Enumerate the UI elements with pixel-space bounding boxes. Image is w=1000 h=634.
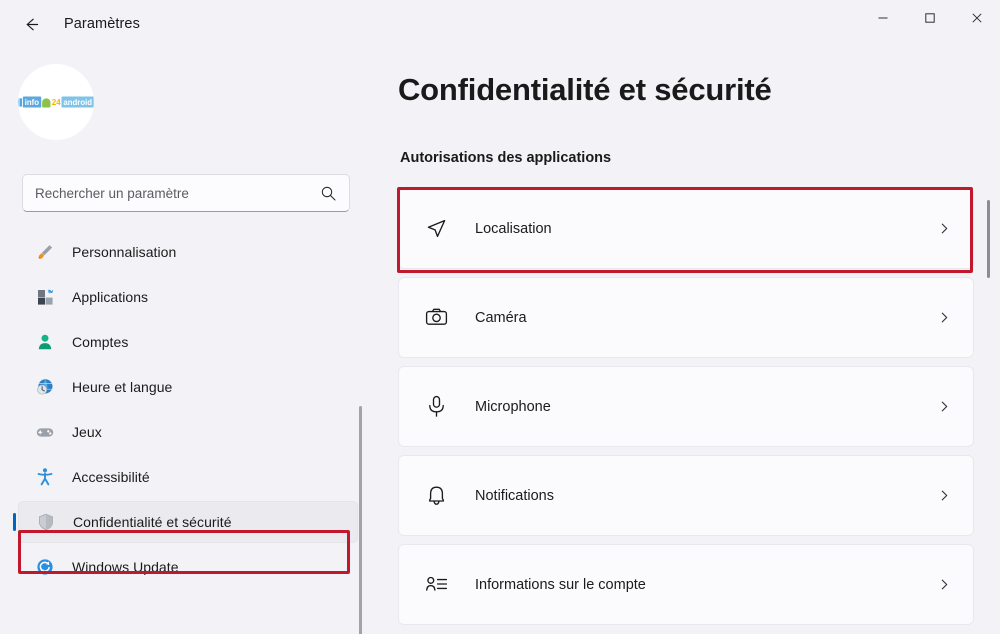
content-scrollbar[interactable]	[987, 200, 990, 278]
avatar-logo: info 24 android	[18, 96, 94, 108]
permission-row-microphone[interactable]: Microphone	[398, 366, 974, 447]
minimize-button[interactable]	[859, 2, 906, 34]
permission-row-notifications[interactable]: Notifications	[398, 455, 974, 536]
gamepad-icon	[34, 421, 56, 443]
minimize-icon	[878, 17, 887, 19]
chevron-right-icon	[935, 220, 953, 238]
logo-android-text: android	[61, 96, 94, 108]
permission-label: Microphone	[475, 398, 551, 415]
sidebar-item-comptes[interactable]: Comptes	[18, 321, 358, 363]
chevron-right-icon	[935, 576, 953, 594]
permission-row-camera[interactable]: Caméra	[398, 277, 974, 358]
sidebar-item-label: Jeux	[72, 424, 102, 440]
location-arrow-icon	[423, 216, 449, 242]
sidebar-item-label: Comptes	[72, 334, 129, 350]
permission-row-informations-sur-le-compte[interactable]: Informations sur le compte	[398, 544, 974, 625]
permissions-list: Localisation Caméra Microphone Notificat…	[398, 188, 974, 633]
main-content: Confidentialité et sécurité Autorisation…	[372, 48, 1000, 634]
close-button[interactable]	[953, 2, 1000, 34]
sidebar-nav-list: Personnalisation Applications Comptes He…	[0, 228, 372, 634]
permission-label: Notifications	[475, 487, 554, 504]
shield-icon	[35, 511, 57, 533]
close-icon	[971, 13, 982, 23]
sidebar-item-label: Heure et langue	[72, 379, 173, 395]
logo-24-text: 24	[52, 97, 62, 107]
account-info-icon	[423, 572, 449, 598]
chevron-right-icon	[935, 398, 953, 416]
sidebar-item-applications[interactable]: Applications	[18, 276, 358, 318]
maximize-button[interactable]	[906, 2, 953, 34]
section-heading: Autorisations des applications	[400, 150, 612, 166]
sidebar-item-personnalisation[interactable]: Personnalisation	[18, 231, 358, 273]
sidebar-item-jeux[interactable]: Jeux	[18, 411, 358, 453]
search-input[interactable]	[35, 185, 320, 201]
android-droid-icon	[42, 98, 51, 108]
sidebar-item-label: Windows Update	[72, 559, 179, 575]
sidebar-item-confidentialite-et-securite[interactable]: Confidentialité et sécurité	[13, 501, 358, 543]
avatar-circle: info 24 android	[18, 64, 94, 140]
window-controls	[859, 0, 1000, 48]
maximize-icon	[924, 13, 935, 23]
bell-icon	[423, 483, 449, 509]
permission-label: Informations sur le compte	[475, 576, 646, 593]
chevron-right-icon	[935, 487, 953, 505]
page-title: Confidentialité et sécurité	[398, 72, 772, 107]
sidebar-item-label: Applications	[72, 289, 149, 305]
sidebar-scrollbar[interactable]	[359, 406, 362, 634]
sidebar-item-accessibilite[interactable]: Accessibilité	[18, 456, 358, 498]
accessibility-icon	[34, 466, 56, 488]
sync-refresh-icon	[34, 556, 56, 578]
back-arrow-icon	[26, 18, 38, 30]
paintbrush-icon	[34, 241, 56, 263]
sidebar-item-label: Personnalisation	[72, 244, 177, 260]
app-title: Paramètres	[64, 16, 140, 32]
settings-window: Paramètres info 24 android Rechercher un…	[0, 0, 1000, 634]
apps-grid-icon	[34, 286, 56, 308]
sidebar-item-heure-et-langue[interactable]: Heure et langue	[18, 366, 358, 408]
camera-icon	[423, 305, 449, 331]
sidebar-item-label: Confidentialité et sécurité	[73, 514, 232, 530]
sidebar-item-label: Accessibilité	[72, 469, 150, 485]
search-icon	[321, 186, 336, 201]
sidebar-item-windows-update[interactable]: Windows Update	[18, 546, 358, 588]
permission-label: Localisation	[475, 220, 552, 237]
avatar[interactable]: info 24 android	[18, 64, 94, 140]
chevron-right-icon	[935, 309, 953, 327]
back-button[interactable]	[14, 7, 48, 41]
permission-row-localisation[interactable]: Localisation	[398, 188, 974, 269]
search-box[interactable]	[22, 174, 350, 212]
sidebar: info 24 android Rechercher un paramètre …	[0, 48, 372, 634]
microphone-icon	[423, 394, 449, 420]
logo-info-text: info	[23, 96, 42, 108]
person-icon	[34, 331, 56, 353]
title-bar: Paramètres	[0, 0, 1000, 48]
logo-bars-icon	[18, 97, 23, 107]
permission-label: Caméra	[475, 309, 527, 326]
globe-clock-icon	[34, 376, 56, 398]
